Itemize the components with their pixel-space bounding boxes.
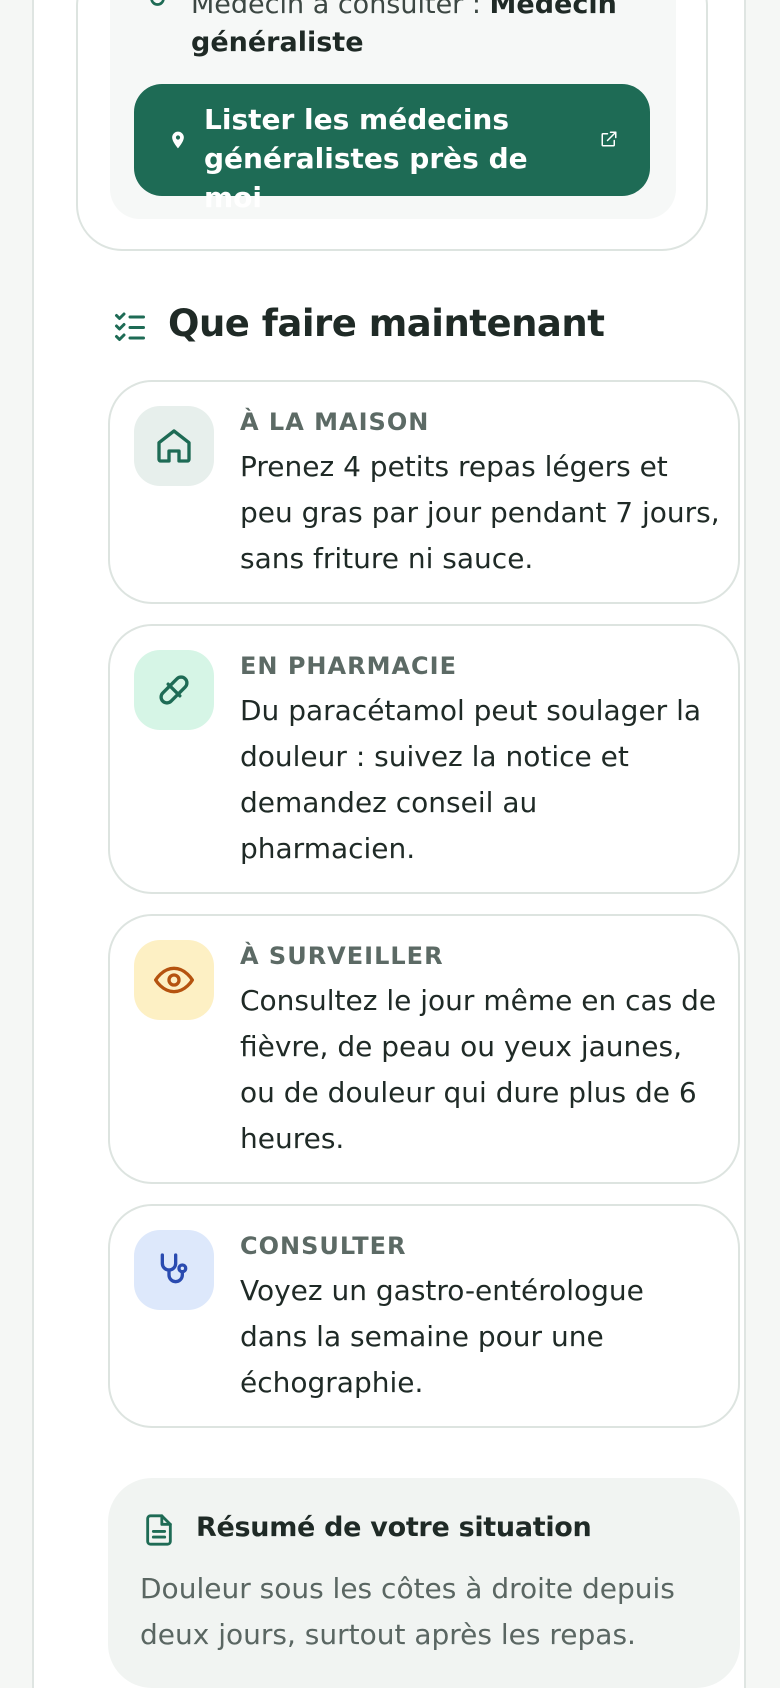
section-title: Que faire maintenant: [168, 302, 605, 345]
page: Médecin à consulter : Médecin généralist…: [32, 0, 746, 1688]
action-text: Voyez un gastro-entérologue dans la sema…: [240, 1274, 644, 1399]
action-icon-box: [134, 940, 214, 1020]
stethoscope-icon: [160, 1253, 188, 1284]
pill-icon: [159, 675, 189, 705]
action-card-home: À LA MAISON Prenez 4 petits repas légers…: [108, 380, 740, 604]
home-icon: [157, 429, 191, 463]
action-card-watch: À SURVEILLER Consultez le jour même en c…: [108, 914, 740, 1184]
summary-text: Douleur sous les côtes à droite depuis d…: [140, 1572, 675, 1651]
action-icon-box: [134, 650, 214, 730]
action-kicker: À LA MAISON: [240, 408, 430, 436]
action-card-pharmacy: EN PHARMACIE Du paracétamol peut soulage…: [108, 624, 740, 894]
doctor-card-inner: Médecin à consulter : Médecin généralist…: [110, 0, 676, 219]
location-pin-icon: [172, 131, 184, 149]
action-text: Du paracétamol peut soulager la douleur …: [240, 694, 702, 865]
action-kicker: À SURVEILLER: [240, 942, 444, 970]
stethoscope-icon: [150, 0, 165, 6]
list-doctors-button[interactable]: Lister les médecins généralistes près de…: [134, 84, 650, 214]
external-link-icon: [601, 131, 617, 147]
eye-icon: [154, 966, 194, 994]
checklist-icon: [115, 312, 145, 341]
action-icon-box: [134, 1230, 214, 1310]
action-text: Prenez 4 petits repas légers et peu gras…: [240, 450, 720, 575]
doctor-recommendation: Médecin à consulter : Médecin généralist…: [191, 0, 661, 62]
list-doctors-label: Lister les médecins généralistes près de…: [204, 103, 528, 214]
action-icon-box: [134, 406, 214, 486]
action-text: Consultez le jour même en cas de fièvre,…: [240, 984, 717, 1155]
action-card-consult: CONSULTER Voyez un gastro-entérologue da…: [108, 1204, 740, 1428]
document-icon: [146, 1514, 172, 1546]
doctor-prefix: Médecin à consulter :: [191, 0, 490, 20]
summary-title: Résumé de votre situation: [196, 1512, 592, 1543]
action-kicker: EN PHARMACIE: [240, 652, 457, 680]
action-kicker: CONSULTER: [240, 1232, 407, 1260]
doctor-card: Médecin à consulter : Médecin généralist…: [76, 0, 708, 251]
situation-summary: Résumé de votre situation Douleur sous l…: [108, 1478, 740, 1688]
